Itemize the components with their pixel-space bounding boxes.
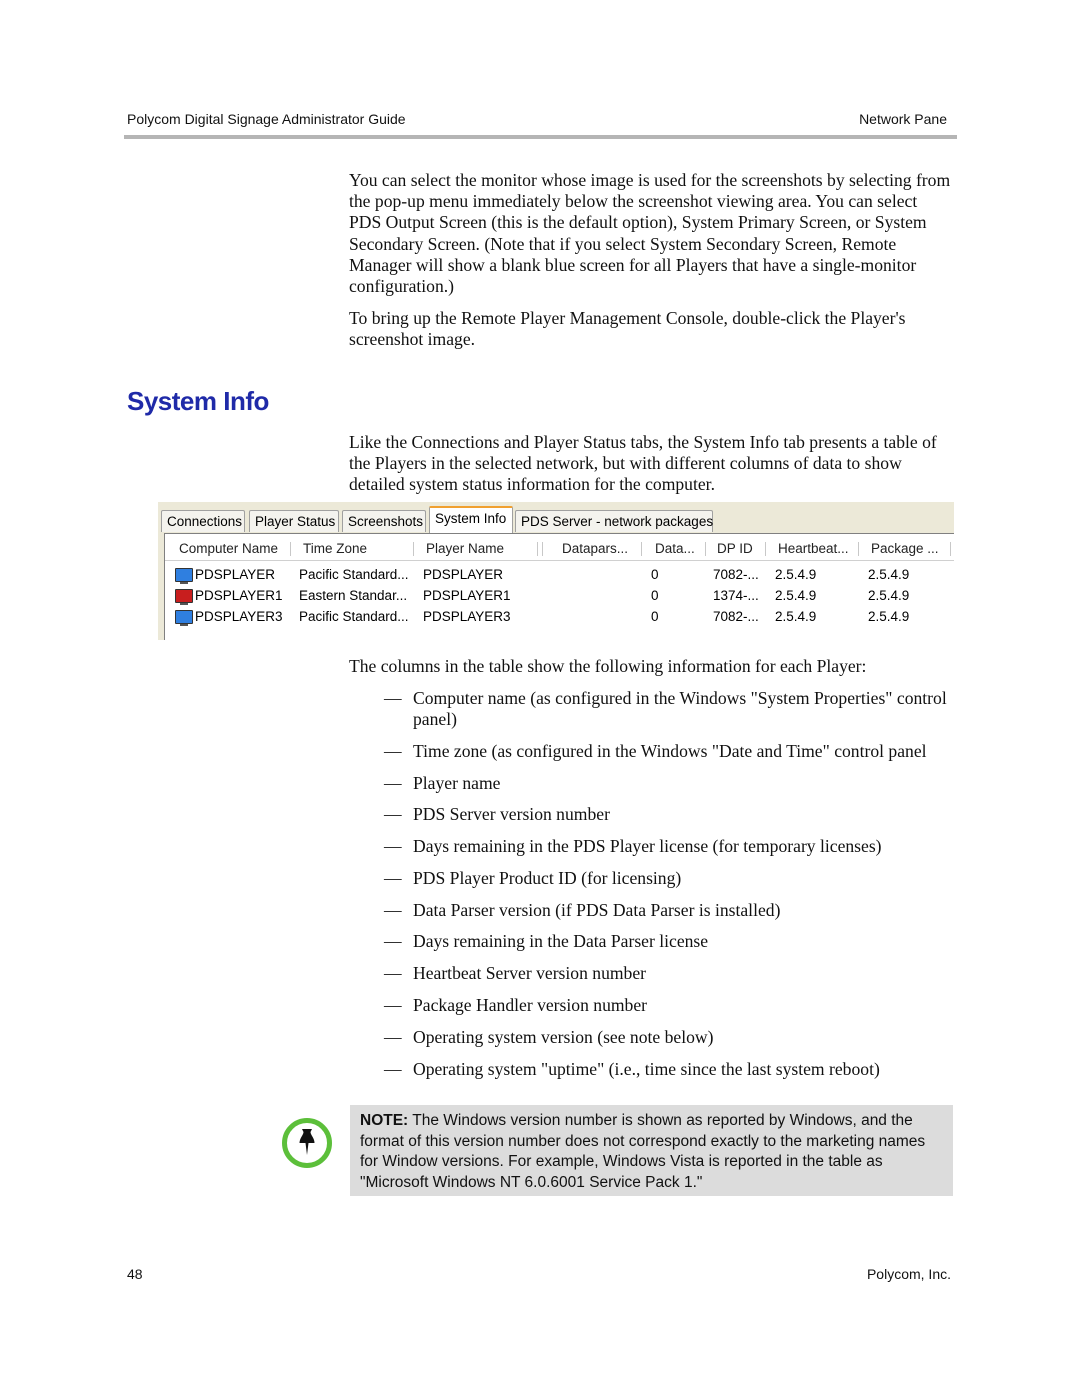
list-item-text: Days remaining in the Data Parser licens… (413, 931, 709, 952)
tab-system-info[interactable]: System Info (429, 506, 513, 533)
note-label: NOTE: (360, 1112, 409, 1129)
tab-screenshots[interactable]: Screenshots (342, 510, 426, 532)
table-cell: PDSPLAYER (423, 567, 504, 582)
list-item: — Data Parser version (if PDS Data Parser… (349, 900, 953, 921)
table-cell: 0 (651, 609, 659, 624)
column-header[interactable]: Datapars... (562, 538, 628, 560)
tab-player-status[interactable]: Player Status (249, 510, 339, 532)
table-cell: Pacific Standard... (299, 609, 409, 624)
list-item: — Days remaining in the Data Parser licen… (349, 931, 953, 952)
pushpin-icon (282, 1118, 332, 1168)
table-cell: 2.5.4.9 (868, 609, 910, 624)
table-cell: 2.5.4.9 (775, 588, 817, 603)
column-list: — Computer name (as configured in the Win… (349, 688, 953, 1080)
column-header[interactable]: Player Name (426, 538, 504, 560)
page-number: 48 (127, 1266, 143, 1282)
bullet-dash: — (384, 836, 402, 857)
bullet-dash: — (384, 931, 402, 952)
column-header[interactable]: Data... (655, 538, 695, 560)
table-cell: PDSPLAYER3 (423, 609, 511, 624)
monitor-icon (175, 610, 193, 626)
table-row[interactable]: PDSPLAYER Pacific Standard... PDSPLAYER 0 70… (165, 564, 954, 585)
list-item: — Days remaining in the PDS Player licens… (349, 836, 953, 857)
paragraph: You can select the monitor whose image i… (349, 170, 951, 297)
bullet-dash: — (384, 772, 402, 793)
list-item: — Player name (349, 773, 953, 794)
list-item: — Heartbeat Server version number (349, 963, 953, 984)
list-item-text: Operating system version (see note below… (413, 1026, 714, 1047)
table-cell: 7082-... (713, 609, 759, 624)
bullet-dash: — (384, 899, 402, 920)
paragraph: The columns in the table show the follow… (349, 656, 867, 676)
columns-description: The columns in the table show the follow… (349, 656, 953, 1090)
note-box: NOTE: The Windows version number is show… (350, 1105, 953, 1196)
list-item: — Operating system version (see note belo… (349, 1027, 953, 1048)
list-item-text: Operating system "uptime" (i.e., time si… (413, 1058, 880, 1079)
header-rule (124, 135, 957, 139)
column-header[interactable]: DP ID (717, 538, 753, 560)
running-header-section: Network Pane (859, 111, 947, 127)
table-row[interactable]: PDSPLAYER1 Eastern Standar... PDSPLAYER1 0 1… (165, 585, 954, 606)
intro-text: You can select the monitor whose image i… (349, 170, 953, 361)
table-cell: 2.5.4.9 (775, 609, 817, 624)
list-item: — Computer name (as configured in the Win… (349, 688, 953, 730)
table-cell: 0 (651, 588, 659, 603)
bullet-dash: — (384, 740, 402, 761)
players-table: Computer Name Time Zone Player Name Data… (164, 533, 954, 640)
column-header[interactable]: Package ... (871, 538, 939, 560)
table-cell: Eastern Standar... (299, 588, 408, 603)
table-cell: Pacific Standard... (299, 567, 409, 582)
list-item-text: Package Handler version number (413, 995, 648, 1016)
tab-pds-server[interactable]: PDS Server - network packages (515, 510, 713, 532)
bullet-dash: — (384, 867, 402, 888)
list-item: — Package Handler version number (349, 995, 953, 1016)
list-item-text: Data Parser version (if PDS Data Parser … (413, 899, 781, 920)
list-item: — PDS Player Product ID (for licensing) (349, 868, 953, 889)
monitor-icon (175, 589, 193, 605)
list-item-text: PDS Server version number (413, 804, 610, 825)
table-cell: PDSPLAYER (195, 567, 276, 582)
table-cell: 2.5.4.9 (868, 588, 910, 603)
table-cell: 2.5.4.9 (775, 567, 817, 582)
bullet-dash: — (384, 995, 402, 1016)
footer-company: Polycom, Inc. (866, 1266, 951, 1282)
table-cell: 2.5.4.9 (868, 567, 910, 582)
bullet-dash: — (384, 687, 402, 708)
section-heading: System Info (127, 386, 269, 416)
bullet-dash: — (384, 1026, 402, 1047)
column-header-row: Computer Name Time Zone Player Name Data… (165, 538, 954, 561)
list-item-text: Computer name (as configured in the Wind… (413, 687, 947, 729)
table-cell: PDSPLAYER3 (195, 609, 283, 624)
paragraph: To bring up the Remote Player Management… (349, 307, 906, 349)
list-item-text: Time zone (as configured in the Windows … (413, 740, 927, 761)
table-cell: 7082-... (713, 567, 759, 582)
note-text: The Windows version number is shown as r… (360, 1112, 926, 1191)
column-header[interactable]: Computer Name (179, 538, 278, 560)
running-header-title: Polycom Digital Signage Administrator Gu… (127, 111, 406, 127)
section-intro: Like the Connections and Player Status t… (349, 432, 953, 506)
table-cell: 1374-... (713, 588, 759, 603)
system-info-screenshot: Connections Player Status Screenshots Sy… (158, 502, 954, 640)
paragraph: Like the Connections and Player Status t… (349, 432, 937, 495)
list-item: — PDS Server version number (349, 804, 953, 825)
tab-connections[interactable]: Connections (161, 510, 245, 532)
bullet-dash: — (384, 804, 402, 825)
table-cell: PDSPLAYER1 (195, 588, 283, 603)
list-item: — Time zone (as configured in the Windows… (349, 741, 953, 762)
bullet-dash: — (384, 963, 402, 984)
list-item-text: Heartbeat Server version number (413, 963, 647, 984)
table-row[interactable]: PDSPLAYER3 Pacific Standard... PDSPLAYER3 0… (165, 606, 954, 627)
table-cell: PDSPLAYER1 (423, 588, 511, 603)
list-item-text: Player name (413, 772, 501, 793)
list-item-text: PDS Player Product ID (for licensing) (413, 867, 682, 888)
table-cell: 0 (651, 567, 659, 582)
column-header[interactable]: Time Zone (303, 538, 367, 560)
bullet-dash: — (384, 1058, 402, 1079)
document-page: Polycom Digital Signage Administrator Gu… (0, 0, 1080, 1397)
list-item: — Operating system "uptime" (i.e., time s… (349, 1059, 953, 1080)
list-item-text: Days remaining in the PDS Player license… (413, 836, 882, 857)
monitor-icon (175, 568, 193, 584)
column-header[interactable]: Heartbeat... (778, 538, 849, 560)
